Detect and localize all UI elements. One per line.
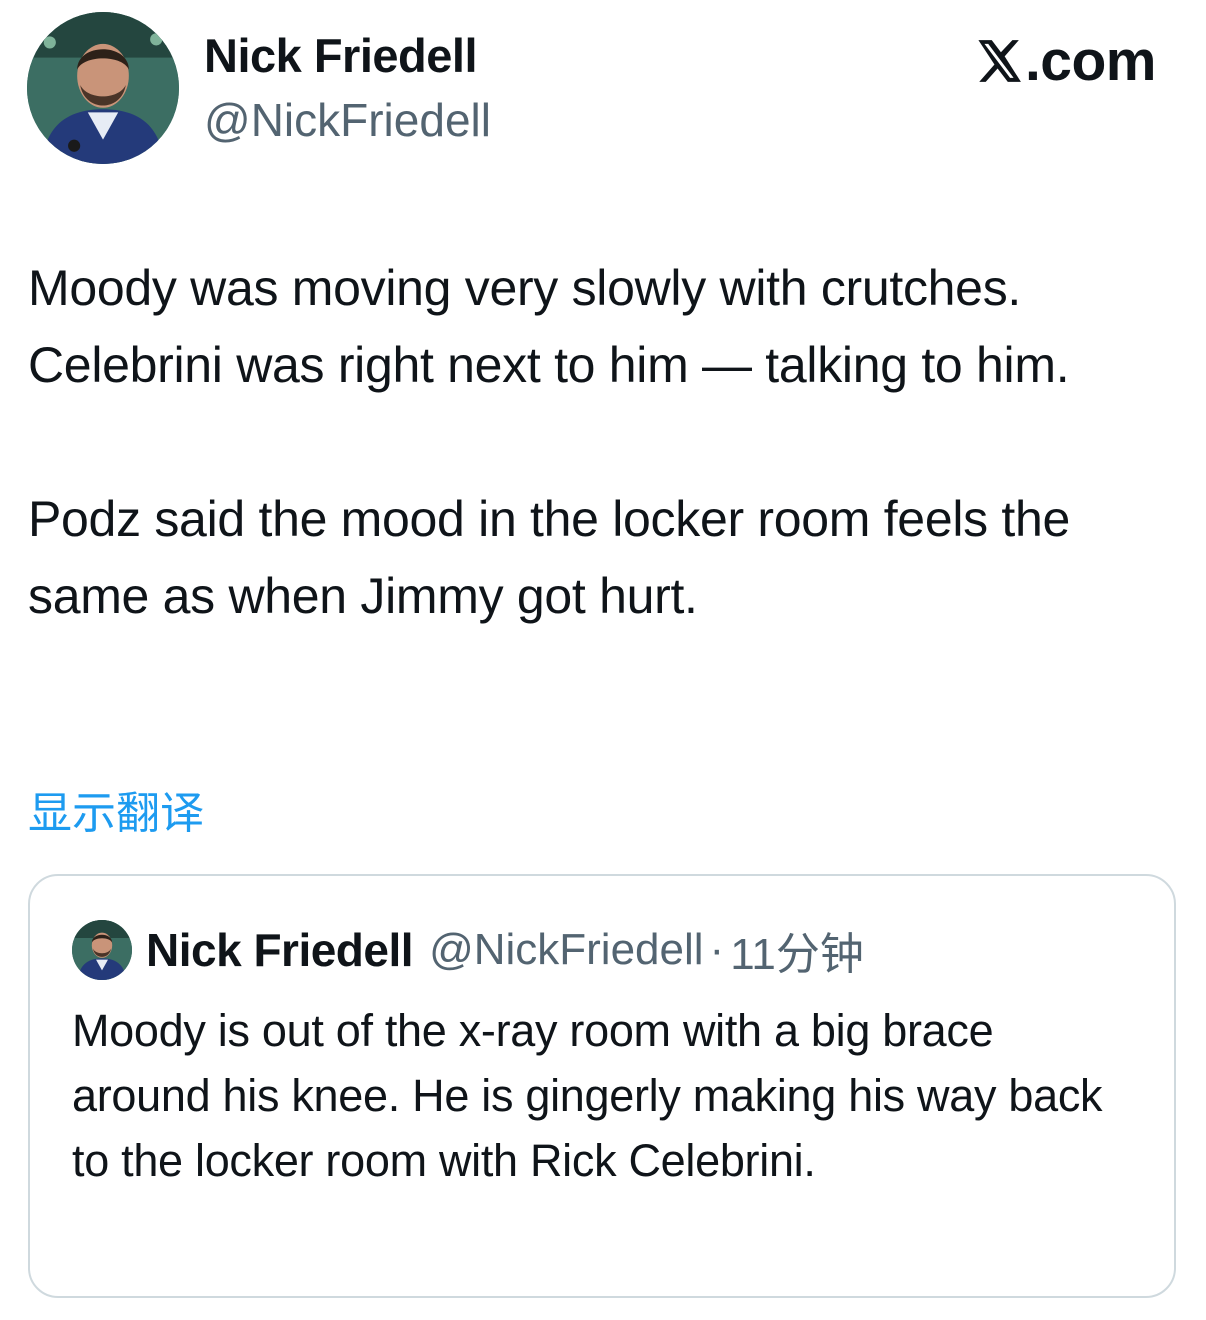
brand-domain-text: .com (1024, 29, 1157, 93)
quoted-author-handle: @NickFriedell (429, 925, 704, 974)
separator-dot: · (709, 925, 725, 974)
quoted-tweet-timestamp: 11分钟 (730, 930, 864, 979)
author-handle[interactable]: @NickFriedell (204, 92, 491, 148)
quoted-author-avatar (72, 920, 132, 980)
quoted-tweet-text: Moody is out of the x-ray room with a bi… (72, 1005, 1103, 1186)
tweet-paragraph: Moody was moving very slowly with crutch… (28, 260, 1070, 393)
tweet-body: Moody was moving very slowly with crutch… (28, 250, 1178, 635)
tweet-header: Nick Friedell @NickFriedell .com (0, 0, 1206, 180)
tweet-paragraph: Podz said the mood in the locker room fe… (28, 491, 1071, 624)
x-logo-icon (973, 35, 1023, 87)
quoted-author-display-name: Nick Friedell (146, 924, 414, 976)
quoted-tweet-card[interactable]: Nick Friedell @NickFriedell · 11分钟 Moody… (28, 874, 1176, 1298)
show-translation-link[interactable]: 显示翻译 (28, 786, 204, 842)
quoted-tweet-header: Nick Friedell @NickFriedell · 11分钟 (72, 920, 864, 980)
brand-watermark: .com (973, 29, 1157, 93)
author-avatar[interactable] (27, 12, 179, 164)
author-display-name[interactable]: Nick Friedell (204, 28, 478, 84)
